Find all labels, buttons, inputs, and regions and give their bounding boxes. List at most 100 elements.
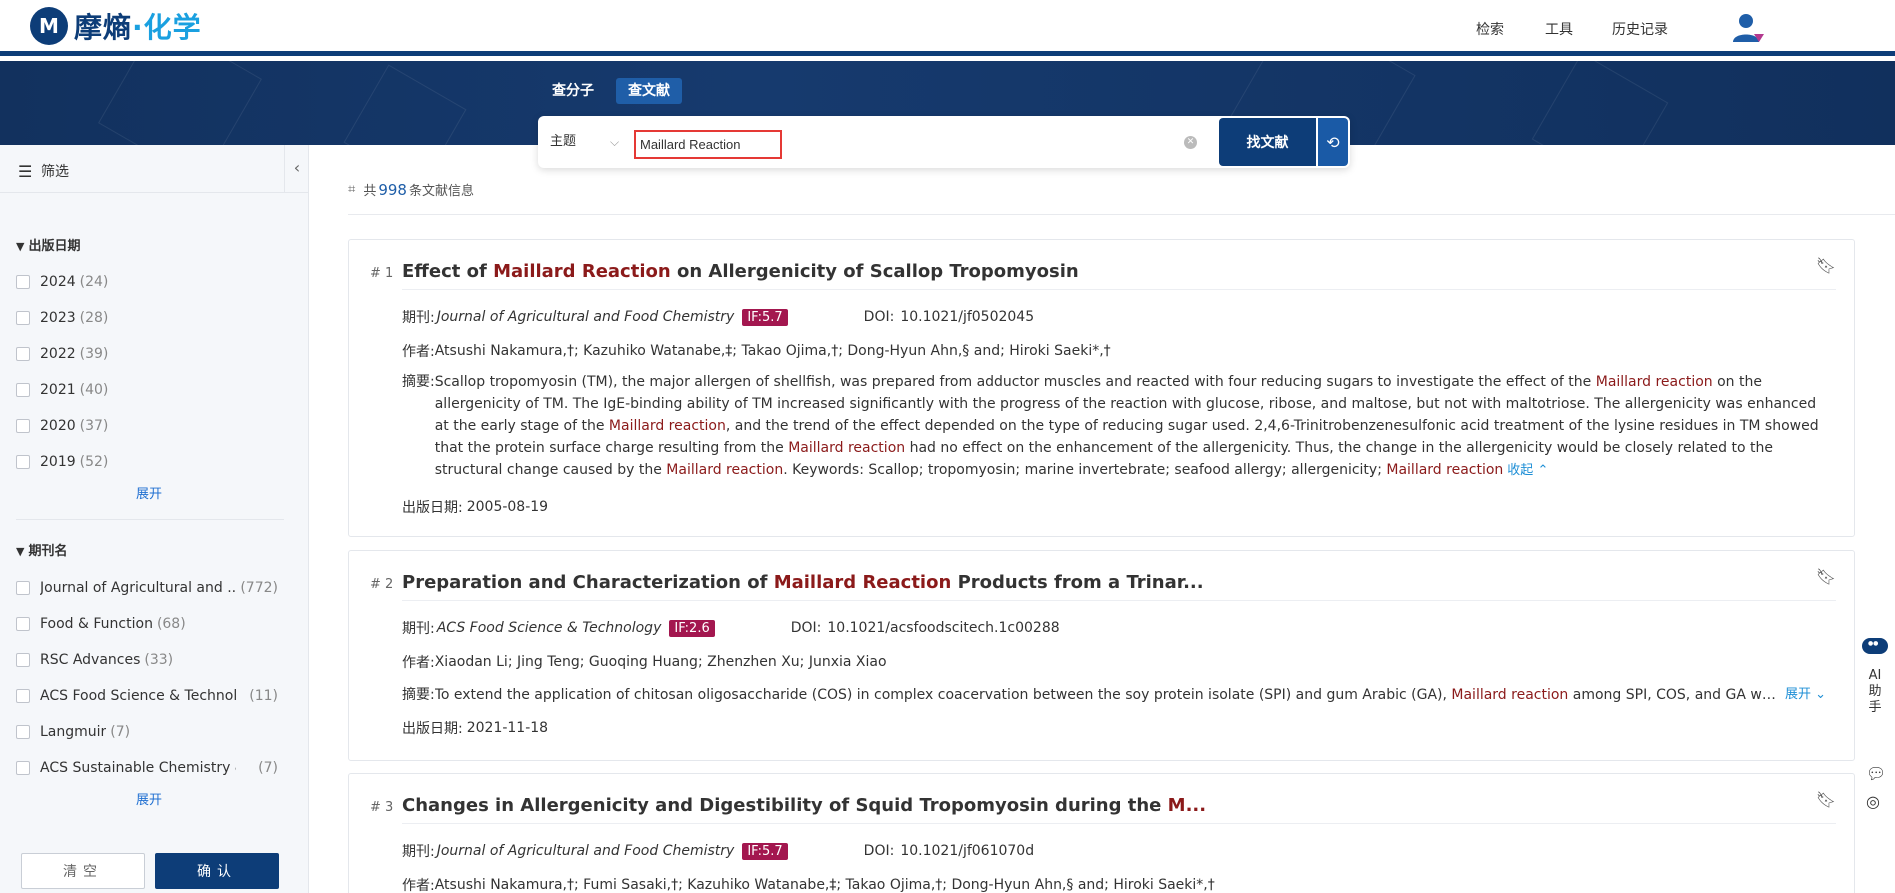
year-label: 2024: [40, 274, 76, 290]
user-avatar-icon[interactable]: [1730, 10, 1766, 46]
expand-journals-link[interactable]: 展开: [0, 789, 298, 808]
result-total: 998: [378, 180, 407, 199]
chevron-down-icon: ⌄: [1810, 687, 1826, 702]
abstract-key: 摘要:: [402, 374, 435, 390]
nav-search[interactable]: 检索: [1476, 19, 1504, 39]
filter-sidebar: ☰ 筛选 ‹ ▼ 出版日期 2024 (24) 2023 (28) 2022 (39) …: [0, 145, 309, 893]
date-value: 2005-08-19: [466, 499, 549, 515]
title-part: Changes in Allergenicity and Digestibili…: [402, 795, 1168, 816]
logo[interactable]: M 摩熵·化学: [30, 6, 202, 46]
search-mode-tabs: 查分子 查文献: [540, 78, 682, 104]
year-count: (28): [79, 310, 109, 326]
tab-literature[interactable]: 查文献: [616, 78, 682, 104]
filter-journal[interactable]: Journal of Agricultural and ... (772): [16, 578, 278, 598]
group-date-label: 出版日期: [28, 239, 81, 254]
filter-year-2019[interactable]: 2019 (52): [16, 452, 108, 472]
checkbox[interactable]: [16, 383, 30, 397]
checkbox[interactable]: [16, 419, 30, 433]
journal-name[interactable]: Journal of Agricultural and Food Chemist…: [437, 309, 735, 325]
bookmark-icon[interactable]: 🔖︎: [1816, 567, 1836, 586]
group-date[interactable]: ▼ 出版日期: [16, 235, 80, 254]
divider: [16, 519, 284, 520]
bookmark-icon[interactable]: 🔖︎: [1816, 790, 1836, 809]
result-title[interactable]: Preparation and Characterization of Mail…: [402, 572, 1204, 593]
bookmark-icon[interactable]: 🔖︎: [1816, 256, 1836, 275]
doi-value[interactable]: 10.1021/jf061070d: [900, 843, 1034, 859]
checkbox[interactable]: [16, 347, 30, 361]
authors-row: 作者: Atsushi Nakamura,†; Fumi Sasaki,†; K…: [402, 875, 1215, 893]
robot-icon[interactable]: [1862, 638, 1888, 654]
confirm-button[interactable]: 确认: [155, 853, 279, 889]
checkbox[interactable]: [16, 311, 30, 325]
checkbox[interactable]: [16, 761, 30, 775]
checkbox[interactable]: [16, 455, 30, 469]
year-label: 2023: [40, 310, 76, 326]
field-select[interactable]: 主题 ⌵: [550, 116, 619, 168]
group-journal[interactable]: ▼ 期刊名: [16, 540, 67, 559]
filter-journal[interactable]: ACS Food Science & Technol... (11): [16, 686, 278, 706]
expand-years-link[interactable]: 展开: [0, 483, 298, 502]
journal-count: (772): [240, 580, 278, 596]
switch-mode-icon[interactable]: ⟲: [1318, 118, 1348, 166]
abstract-text: To extend the application of chitosan ol…: [435, 684, 1781, 706]
checkbox[interactable]: [16, 653, 30, 667]
filter-year-2022[interactable]: 2022 (39): [16, 344, 108, 364]
filter-year-2020[interactable]: 2020 (37): [16, 416, 108, 436]
checkbox[interactable]: [16, 689, 30, 703]
tab-molecule[interactable]: 查分子: [540, 78, 606, 104]
impact-factor-badge: IF:2.6: [669, 619, 715, 637]
result-title[interactable]: Effect of Maillard Reaction on Allergeni…: [402, 261, 1079, 282]
checkbox[interactable]: [16, 617, 30, 631]
journal-label: Food & Function: [40, 616, 153, 632]
filter-journal[interactable]: Food & Function (68): [16, 614, 278, 634]
doi-value[interactable]: 10.1021/acsfoodscitech.1c00288: [827, 620, 1059, 636]
journal-name[interactable]: Journal of Agricultural and Food Chemist…: [437, 843, 735, 859]
feedback-icon[interactable]: ◎: [1866, 792, 1880, 811]
search-input[interactable]: [634, 130, 782, 159]
chevron-down-icon: ▼: [16, 240, 25, 253]
clear-icon[interactable]: ✕: [1184, 136, 1197, 149]
year-count: (40): [79, 382, 109, 398]
ai-assistant-label[interactable]: AI助手: [1866, 668, 1884, 716]
chat-icon[interactable]: 💬︎: [1866, 764, 1886, 783]
filter-journal[interactable]: Langmuir (7): [16, 722, 278, 742]
title-part: Effect of: [402, 261, 494, 282]
nav-history[interactable]: 历史记录: [1612, 19, 1668, 39]
result-card: # 3 Changes in Allergenicity and Digesti…: [348, 773, 1855, 893]
filter-journal[interactable]: ACS Sustainable Chemistry & ... (7): [16, 758, 278, 778]
journal-label: Journal of Agricultural and ...: [40, 580, 236, 596]
year-label: 2020: [40, 418, 76, 434]
result-prefix: 共: [363, 184, 377, 199]
abstract-highlight: Maillard reaction: [788, 440, 906, 456]
checkbox[interactable]: [16, 581, 30, 595]
checkbox[interactable]: [16, 725, 30, 739]
collapse-abstract-link[interactable]: 收起 ⌃: [1507, 463, 1548, 478]
result-card: # 2 Preparation and Characterization of …: [348, 550, 1855, 761]
filter-year-2024[interactable]: 2024 (24): [16, 272, 108, 292]
authors-value: Atsushi Nakamura,†; Fumi Sasaki,†; Kazuh…: [434, 877, 1215, 893]
checkbox[interactable]: [16, 275, 30, 289]
divider: [402, 600, 1836, 601]
journal-label: ACS Food Science & Technol...: [40, 688, 236, 704]
collapse-sidebar-icon[interactable]: ‹: [284, 145, 309, 193]
result-index: # 1: [370, 266, 394, 281]
clear-button[interactable]: 清空: [21, 853, 145, 889]
journal-row: 期刊: ACS Food Science & Technology IF:2.6…: [402, 618, 1060, 638]
result-title[interactable]: Changes in Allergenicity and Digestibili…: [402, 795, 1206, 816]
logo-text: 摩熵·化学: [74, 6, 202, 46]
abstract-highlight: Maillard reaction: [666, 462, 784, 478]
filter-year-2021[interactable]: 2021 (40): [16, 380, 108, 400]
expand-abstract-link[interactable]: 展开 ⌄: [1785, 684, 1826, 706]
logo-mark: M: [30, 7, 68, 45]
filter-year-2023[interactable]: 2023 (28): [16, 308, 108, 328]
authors-row: 作者: Xiaodan Li; Jing Teng; Guoqing Huang…: [402, 652, 887, 672]
find-literature-button[interactable]: 找文献: [1219, 118, 1316, 166]
filter-journal[interactable]: RSC Advances (33): [16, 650, 278, 670]
journal-name[interactable]: ACS Food Science & Technology: [437, 620, 662, 636]
doi-value[interactable]: 10.1021/jf0502045: [900, 309, 1034, 325]
search-box: 主题 ⌵ ✕ 找文献 ⟲: [538, 116, 1350, 168]
top-header: M 摩熵·化学 检索 工具 历史记录: [0, 0, 1895, 56]
date-row: 出版日期: 2021-11-18: [402, 718, 548, 738]
nav-tools[interactable]: 工具: [1545, 19, 1573, 39]
abstract-row: 摘要: To extend the application of chitosa…: [402, 684, 1826, 706]
